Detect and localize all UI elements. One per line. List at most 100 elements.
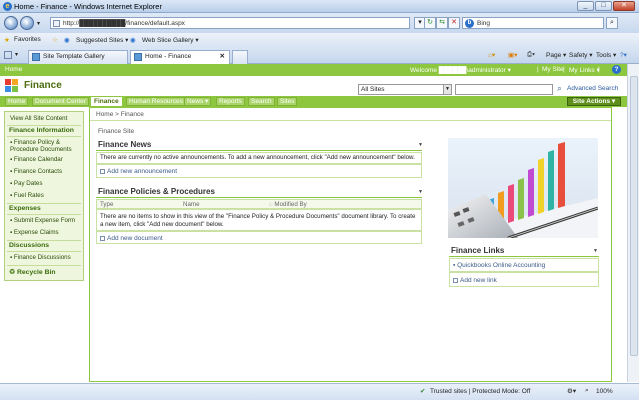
breadcrumb[interactable]: Home > Finance bbox=[96, 111, 144, 118]
browser-search-input[interactable]: b Bing bbox=[462, 17, 604, 29]
nav-item-fuel-rates[interactable]: ▪ Fuel Rates bbox=[10, 192, 44, 199]
nav-item-finance-contacts[interactable]: ▪ Finance Contacts bbox=[10, 168, 62, 175]
address-input[interactable]: http://██████████/finance/default.aspx bbox=[50, 17, 410, 29]
sharepoint-page-icon bbox=[32, 53, 40, 61]
webpart-menu-icon[interactable]: ▼ bbox=[593, 248, 598, 254]
home-icon[interactable]: ⌂▾ bbox=[488, 51, 495, 59]
favorites-button[interactable]: Favorites bbox=[14, 36, 41, 43]
close-tab-icon[interactable]: ✕ bbox=[220, 51, 225, 63]
site-header: Finance All Sites ▼ ⌕ Advanced Search bbox=[0, 76, 639, 96]
tab-site-template-gallery[interactable]: Site Template Gallery bbox=[28, 50, 128, 64]
top-home-link[interactable]: Home bbox=[5, 66, 22, 73]
ie-logo-icon: e bbox=[3, 2, 12, 11]
finance-image bbox=[448, 138, 598, 238]
minimize-button[interactable]: _ bbox=[577, 1, 594, 11]
column-type[interactable]: Type bbox=[100, 201, 113, 208]
maximize-button[interactable]: □ bbox=[595, 1, 612, 11]
scrollbar-thumb[interactable] bbox=[630, 76, 638, 356]
page-menu[interactable]: Page ▾ bbox=[546, 51, 566, 59]
safety-menu[interactable]: Safety ▾ bbox=[569, 51, 593, 59]
nav-item-pay-dates[interactable]: ▪ Pay Dates bbox=[10, 180, 42, 187]
my-links-menu[interactable]: My Links ▾ bbox=[569, 66, 600, 74]
nav-tab-document-center[interactable]: Document Center bbox=[32, 97, 89, 106]
window-title-bar: e Home - Finance - Windows Internet Expl… bbox=[0, 0, 639, 13]
stop-icon[interactable]: ✕ bbox=[448, 17, 460, 29]
nav-tab-search[interactable]: Search bbox=[248, 97, 275, 106]
finance-news-title[interactable]: Finance News bbox=[98, 140, 151, 149]
quick-tabs-icon[interactable] bbox=[4, 51, 12, 59]
add-icon bbox=[453, 277, 458, 283]
finance-policies-title[interactable]: Finance Policies & Procedures bbox=[98, 187, 215, 196]
sp-help-icon[interactable]: ? bbox=[612, 65, 621, 74]
address-toolbar: ‹ › ▾ http://██████████/finance/default.… bbox=[0, 13, 639, 33]
forward-button[interactable]: › bbox=[20, 16, 34, 30]
zoom-level[interactable]: 100% bbox=[596, 388, 613, 395]
section-heading-finance-information[interactable]: Finance Information bbox=[9, 127, 74, 134]
close-window-button[interactable]: ✕ bbox=[613, 1, 635, 11]
recent-pages-dropdown[interactable]: ▾ bbox=[37, 20, 40, 27]
nav-tab-reports[interactable]: Reports bbox=[216, 97, 245, 106]
protected-mode-icon[interactable]: ⚙▾ bbox=[567, 387, 576, 395]
site-logo-icon bbox=[5, 79, 21, 93]
nav-tab-sites[interactable]: Sites bbox=[277, 97, 298, 106]
search-go-icon[interactable]: ⌕ bbox=[554, 84, 565, 95]
back-button[interactable]: ‹ bbox=[4, 16, 18, 30]
help-icon[interactable]: ?▾ bbox=[620, 51, 627, 59]
nav-item-finance-calendar[interactable]: ▪ Finance Calendar bbox=[10, 156, 63, 163]
presence-icon: ◌ bbox=[269, 201, 273, 208]
site-actions-menu[interactable]: Site Actions ▾ bbox=[567, 97, 621, 106]
nav-tab-news[interactable]: News ▾ bbox=[184, 97, 212, 106]
suggested-sites-link[interactable]: Suggested Sites ▾ bbox=[76, 36, 128, 44]
refresh-icon[interactable]: ↻ bbox=[424, 17, 436, 29]
tab-list-dropdown[interactable]: ▾ bbox=[15, 51, 18, 58]
column-name[interactable]: Name bbox=[183, 201, 200, 208]
section-heading-expenses[interactable]: Expenses bbox=[9, 205, 41, 212]
webpart-menu-icon[interactable]: ▼ bbox=[418, 142, 423, 148]
nav-item-finance-policy[interactable]: ▪ Finance Policy & Procedure Documents bbox=[10, 139, 82, 153]
my-site-link[interactable]: My Site bbox=[542, 66, 564, 73]
divider bbox=[7, 203, 81, 204]
link-quickbooks[interactable]: ▪ Quickbooks Online Accounting bbox=[453, 262, 545, 269]
webpart-menu-icon[interactable]: ▼ bbox=[418, 189, 423, 195]
divider bbox=[7, 125, 81, 126]
tools-menu[interactable]: Tools ▾ bbox=[596, 51, 616, 59]
divider bbox=[7, 265, 81, 266]
section-heading-discussions[interactable]: Discussions bbox=[9, 242, 49, 249]
nav-item-submit-expense-form[interactable]: ▪ Submit Expense Form bbox=[10, 217, 75, 224]
new-tab-button[interactable] bbox=[232, 50, 248, 64]
security-zone[interactable]: Trusted sites | Protected Mode: Off bbox=[430, 388, 530, 395]
page-title: Finance Site bbox=[98, 128, 135, 135]
site-search-input[interactable] bbox=[455, 84, 553, 95]
nav-item-finance-discussions[interactable]: ▪ Finance Discussions bbox=[10, 254, 71, 261]
finance-news-footer: Add new announcement bbox=[96, 164, 422, 178]
search-scope-select[interactable]: All Sites ▼ bbox=[358, 84, 452, 95]
table-header: Type Name ◌ Modified By bbox=[96, 199, 422, 209]
search-icon[interactable]: ⌕ bbox=[606, 17, 618, 29]
advanced-search-link[interactable]: Advanced Search bbox=[567, 85, 618, 92]
finance-links-title[interactable]: Finance Links bbox=[451, 246, 504, 255]
add-document-link[interactable]: Add new document bbox=[100, 235, 163, 242]
web-slice-icon: ◉ bbox=[130, 37, 136, 44]
go-icon[interactable]: ⇆ bbox=[436, 17, 448, 29]
feeds-icon[interactable]: ▣▾ bbox=[508, 51, 517, 59]
nav-tab-human-resources[interactable]: Human Resources bbox=[126, 97, 186, 106]
welcome-menu[interactable]: Welcome ██████\administrator ▾ bbox=[410, 66, 511, 74]
tab-home-finance[interactable]: Home - Finance ✕ bbox=[130, 50, 230, 64]
web-slice-gallery-link[interactable]: Web Slice Gallery ▾ bbox=[142, 36, 199, 44]
vertical-scrollbar[interactable] bbox=[627, 64, 639, 382]
status-bar: ✔ Trusted sites | Protected Mode: Off ⚙▾… bbox=[0, 383, 639, 400]
column-modified-by[interactable]: ◌ Modified By bbox=[269, 201, 307, 208]
empty-message: There are currently no active announceme… bbox=[100, 154, 415, 161]
add-announcement-link[interactable]: Add new announcement bbox=[100, 168, 177, 175]
recycle-bin-link[interactable]: ♻ Recycle Bin bbox=[9, 269, 56, 276]
nav-tab-home[interactable]: Home bbox=[5, 97, 29, 106]
nav-item-expense-claims[interactable]: ▪ Expense Claims bbox=[10, 229, 59, 236]
print-icon[interactable]: ⎙▾ bbox=[527, 51, 535, 59]
zoom-icon[interactable]: ⌕ bbox=[585, 387, 589, 395]
nav-tab-finance[interactable]: Finance bbox=[91, 97, 122, 106]
add-link-link[interactable]: Add new link bbox=[453, 277, 497, 284]
policies-footer: Add new document bbox=[96, 231, 422, 244]
view-all-site-content-link[interactable]: View All Site Content bbox=[10, 115, 67, 122]
add-favorite-icon[interactable]: ☆ bbox=[52, 36, 58, 44]
site-title[interactable]: Finance bbox=[24, 80, 62, 91]
